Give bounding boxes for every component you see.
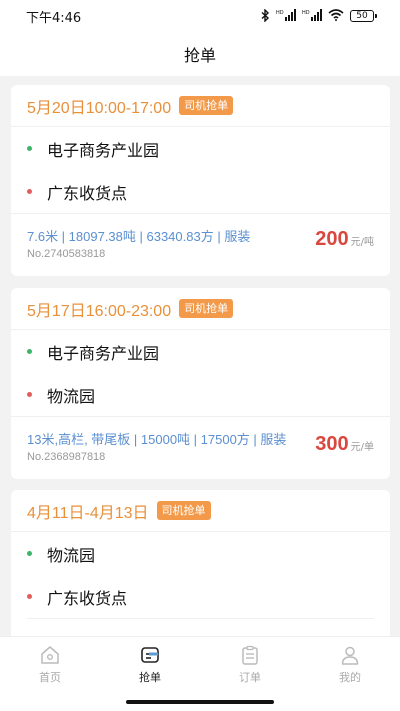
origin-name: 物流园 (47, 545, 96, 565)
destination-name: 广东收货点 (47, 588, 128, 608)
order-price: 300 元/单 (315, 433, 374, 456)
destination-dot-icon (27, 392, 32, 397)
hd-signal-icon: HD (276, 9, 296, 23)
destination-dot-icon (27, 594, 32, 599)
order-price: 200 元/吨 (315, 228, 374, 251)
destination-dot-icon (27, 189, 32, 194)
bluetooth-icon (261, 7, 270, 24)
price-value: 200 (315, 228, 349, 250)
tab-grab-order[interactable]: 抢单 (100, 637, 200, 692)
order-list[interactable]: 5月20日10:00-17:00 司机抢单 电子商务产业园 广东收货点 7.6米… (0, 76, 400, 636)
svg-text:HD: HD (302, 10, 310, 16)
status-bar: 下午4:46 HD HD 50 (0, 0, 400, 32)
tab-home[interactable]: 首页 (0, 637, 100, 692)
order-card[interactable]: 4月11日-4月13日 司机抢单 物流园 广东收货点 (11, 490, 390, 636)
order-card[interactable]: 5月17日16:00-23:00 司机抢单 电子商务产业园 物流园 13米,高栏… (11, 288, 390, 479)
origin-dot-icon (27, 146, 32, 151)
order-card-header: 4月11日-4月13日 司机抢单 (11, 490, 390, 532)
tab-profile[interactable]: 我的 (300, 637, 400, 692)
origin-dot-icon (27, 551, 32, 556)
order-card[interactable]: 5月20日10:00-17:00 司机抢单 电子商务产业园 广东收货点 7.6米… (11, 85, 390, 276)
tab-label: 抢单 (139, 671, 161, 684)
order-info: 13米,高栏, 带尾板 | 15000吨 | 17500方 | 服装 No.23… (11, 416, 390, 474)
clipboard-icon (242, 645, 258, 665)
hd-signal-icon: HD (302, 9, 322, 23)
origin-row: 物流园 (11, 532, 390, 575)
order-card-header: 5月17日16:00-23:00 司机抢单 (11, 288, 390, 330)
wifi-icon (328, 9, 344, 23)
price-value: 300 (315, 433, 349, 455)
price-unit: 元/吨 (350, 237, 374, 248)
divider (27, 618, 374, 619)
driver-grab-tag: 司机抢单 (179, 298, 234, 319)
destination-row: 广东收货点 (11, 575, 390, 618)
destination-name: 物流园 (47, 386, 96, 406)
price-unit: 元/单 (350, 442, 374, 453)
home-icon (41, 646, 59, 664)
home-indicator (0, 692, 400, 711)
driver-grab-tag: 司机抢单 (156, 500, 211, 521)
status-time: 下午4:46 (26, 10, 82, 26)
grab-order-icon (141, 647, 159, 663)
origin-name: 电子商务产业园 (47, 140, 160, 160)
origin-row: 电子商务产业园 (11, 330, 390, 373)
bottom-tab-bar: 首页 抢单 订单 我的 (0, 636, 400, 692)
nav-bar: 抢单 (0, 32, 400, 76)
order-date: 5月20日10:00-17:00 (27, 99, 172, 117)
origin-row: 电子商务产业园 (11, 127, 390, 170)
tab-orders[interactable]: 订单 (200, 637, 300, 692)
tab-label: 首页 (39, 671, 61, 684)
tab-label: 我的 (339, 671, 361, 684)
origin-name: 电子商务产业园 (47, 343, 160, 363)
destination-row: 广东收货点 (11, 170, 390, 213)
order-info: 7.6米 | 18097.38吨 | 63340.83方 | 服装 No.274… (11, 213, 390, 271)
svg-text:HD: HD (276, 10, 284, 16)
order-date: 5月17日16:00-23:00 (27, 302, 172, 320)
user-icon (341, 646, 359, 665)
origin-dot-icon (27, 349, 32, 354)
order-date: 4月11日-4月13日 (27, 504, 149, 522)
status-icons: HD HD 50 (261, 7, 377, 24)
tab-label: 订单 (239, 671, 261, 684)
driver-grab-tag: 司机抢单 (179, 95, 234, 116)
home-bar[interactable] (126, 700, 274, 704)
destination-row: 物流园 (11, 373, 390, 416)
page-title: 抢单 (183, 46, 216, 65)
battery-icon: 50 (350, 10, 377, 22)
order-card-header: 5月20日10:00-17:00 司机抢单 (11, 85, 390, 127)
destination-name: 广东收货点 (47, 183, 128, 203)
